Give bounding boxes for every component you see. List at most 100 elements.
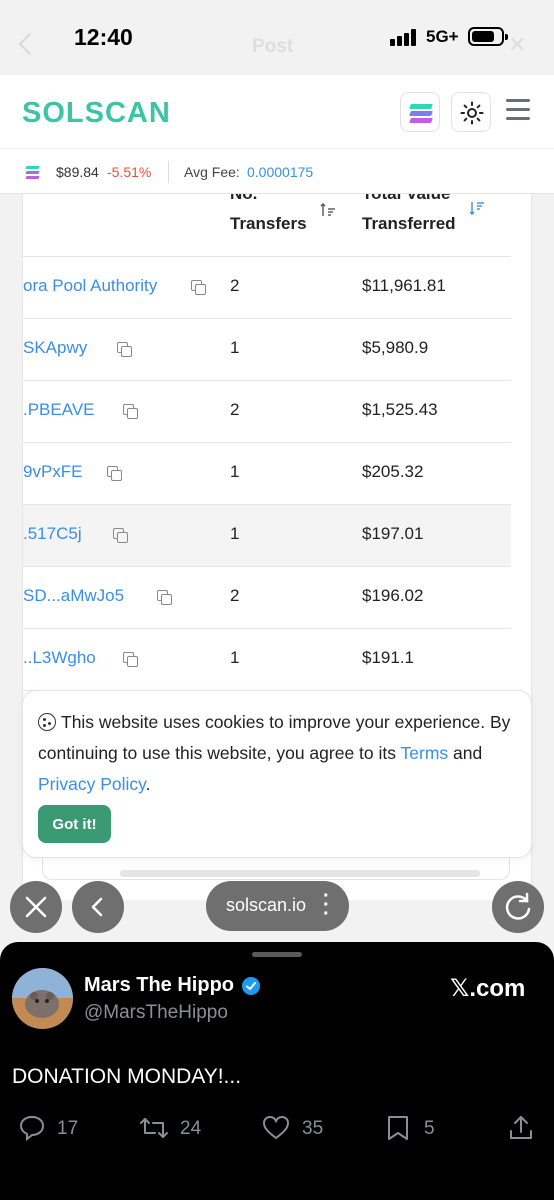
transfer-count: 2	[230, 276, 240, 295]
author-handle[interactable]: @MarsTheHippo	[84, 1002, 228, 1024]
sort-descending-icon[interactable]	[469, 200, 485, 216]
horizontal-scrollbar[interactable]	[120, 870, 480, 877]
avg-fee-label: Avg Fee:	[184, 164, 240, 180]
table-row: ..L3Wgho 1 $191.1	[23, 629, 511, 691]
total-value: $5,980.9	[362, 338, 429, 357]
sol-price: $89.84	[56, 164, 99, 180]
address-link[interactable]: .517C5j	[23, 524, 82, 544]
table-row: 9vPxFE 1 $205.32	[23, 443, 511, 505]
transfer-count: 1	[230, 338, 240, 357]
solana-icon	[25, 166, 40, 180]
browser-back-button[interactable]	[72, 881, 124, 933]
table-row: .PBEAVE 2 $1,525.43	[23, 381, 511, 443]
total-value: $1,525.43	[362, 400, 438, 419]
repost-button[interactable]: 24	[138, 1114, 208, 1144]
share-icon	[510, 1116, 532, 1139]
verified-badge-icon	[242, 977, 260, 995]
divider	[168, 161, 169, 183]
chevron-left-icon	[91, 897, 103, 917]
transfer-count: 1	[230, 648, 240, 667]
more-options-icon[interactable]: · · ·	[323, 886, 330, 924]
main-content: No. Transfers Total Value Transferred or…	[0, 194, 554, 942]
network-type: 5G+	[426, 27, 459, 46]
table-row: SKApwy 1 $5,980.9	[23, 319, 511, 381]
address-link[interactable]: 9vPxFE	[23, 462, 83, 482]
copy-icon[interactable]	[157, 590, 174, 607]
avatar[interactable]	[12, 968, 73, 1029]
transfer-count: 1	[230, 524, 240, 543]
col-header-total-value: Total Value Transferred	[362, 194, 456, 233]
reply-count: 17	[57, 1118, 79, 1139]
transfer-count: 2	[230, 586, 240, 605]
copy-icon[interactable]	[113, 528, 130, 545]
share-button[interactable]	[507, 1114, 535, 1144]
col-header-transfers: No. Transfers	[230, 194, 307, 233]
sun-icon	[460, 101, 484, 125]
close-icon	[25, 896, 47, 918]
ghost-close-icon: ✕	[508, 32, 527, 57]
status-bar: 12:40 Post 5G+ ✕	[0, 0, 554, 75]
address-link[interactable]: SKApwy	[23, 338, 87, 358]
ghost-page-title: Post	[252, 36, 294, 57]
transfer-count: 2	[230, 400, 240, 419]
copy-icon[interactable]	[123, 652, 140, 669]
total-value: $205.32	[362, 462, 424, 481]
total-value: $196.02	[362, 586, 424, 605]
bookmark-button[interactable]: 5	[385, 1114, 445, 1144]
solscan-logo[interactable]: SOLSCAN	[22, 97, 171, 130]
status-time: 12:40	[74, 24, 133, 50]
table-row: SD...aMwJo5 2 $196.02	[23, 567, 511, 629]
sort-ascending-icon[interactable]	[320, 202, 336, 218]
copy-icon[interactable]	[107, 466, 124, 483]
hamburger-menu-icon[interactable]	[506, 99, 530, 121]
table-row: .517C5j 1 $197.01	[23, 505, 511, 567]
repost-count: 24	[180, 1118, 202, 1139]
got-it-button[interactable]: Got it!	[38, 805, 111, 843]
author-name[interactable]: Mars The Hippo	[84, 974, 234, 997]
url-text: solscan.io	[226, 895, 307, 915]
like-count: 35	[302, 1118, 324, 1139]
cookie-message: This website uses cookies to improve you…	[38, 707, 518, 800]
post-text[interactable]: DONATION MONDAY!...	[12, 1065, 241, 1089]
theme-toggle-button[interactable]	[451, 92, 491, 132]
repost-icon	[140, 1118, 168, 1138]
address-link[interactable]: .PBEAVE	[23, 400, 95, 420]
site-header: SOLSCAN	[0, 75, 554, 148]
copy-icon[interactable]	[123, 404, 140, 421]
sheet-grabber[interactable]	[252, 952, 302, 957]
total-value: $197.01	[362, 524, 424, 543]
reply-button[interactable]: 17	[18, 1114, 88, 1144]
table-row: ora Pool Authority 2 $11,961.81	[23, 257, 511, 319]
ghost-back-icon	[18, 32, 42, 56]
x-site-label[interactable]: 𝕏.com	[450, 974, 525, 1003]
reload-icon	[505, 892, 531, 920]
reload-button[interactable]	[492, 881, 544, 933]
privacy-policy-link[interactable]: Privacy Policy	[38, 774, 146, 794]
sol-price-change: -5.51%	[107, 164, 152, 180]
bookmark-count: 5	[424, 1118, 435, 1139]
bookmark-icon	[388, 1116, 408, 1140]
url-pill[interactable]: solscan.io · · ·	[206, 881, 349, 931]
cookie-text-3: .	[145, 774, 151, 794]
table-header: No. Transfers Total Value Transferred	[23, 194, 511, 257]
avg-fee-value[interactable]: 0.0000175	[247, 164, 313, 180]
solana-network-button[interactable]	[400, 92, 440, 132]
heart-icon	[262, 1115, 290, 1140]
terms-link[interactable]: Terms	[401, 743, 449, 763]
cookie-banner: This website uses cookies to improve you…	[22, 690, 532, 858]
copy-icon[interactable]	[191, 280, 208, 297]
like-button[interactable]: 35	[261, 1114, 331, 1144]
reply-icon	[19, 1115, 45, 1142]
battery-icon	[468, 27, 508, 46]
address-link[interactable]: ..L3Wgho	[23, 648, 96, 668]
signal-icon	[390, 29, 420, 46]
address-link[interactable]: SD...aMwJo5	[23, 586, 124, 606]
total-value: $11,961.81	[362, 276, 446, 295]
copy-icon[interactable]	[117, 342, 134, 359]
cookie-text-2: and	[448, 743, 483, 763]
transfer-count: 1	[230, 462, 240, 481]
address-link[interactable]: ora Pool Authority	[23, 276, 157, 296]
close-browser-button[interactable]	[10, 881, 62, 933]
x-post-overlay: Mars The Hippo @MarsTheHippo 𝕏.com DONAT…	[0, 942, 554, 1200]
cookie-icon	[38, 713, 56, 731]
